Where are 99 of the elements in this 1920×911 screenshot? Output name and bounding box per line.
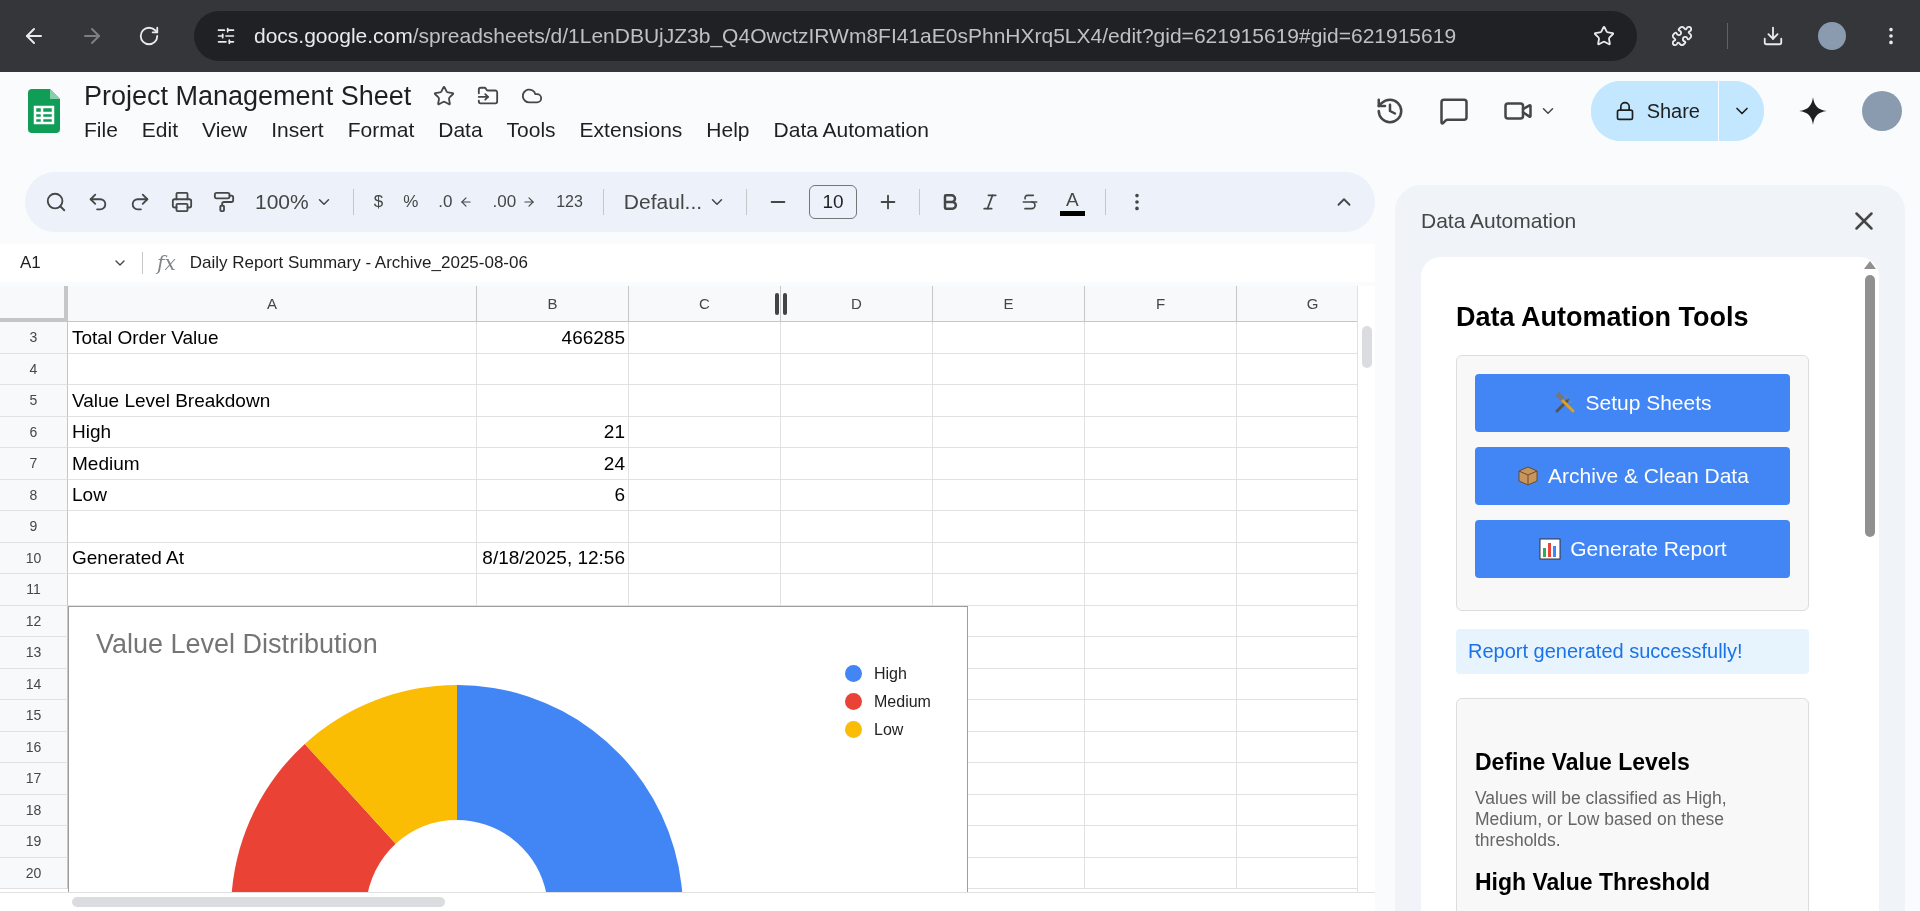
action-button[interactable]: Generate Report [1475,520,1790,578]
paint-format-icon[interactable] [213,191,235,213]
document-title[interactable]: Project Management Sheet [84,80,412,112]
search-icon[interactable] [45,191,67,213]
legend-label: Low [874,720,904,739]
site-settings-icon[interactable] [216,26,236,46]
number-format[interactable]: 123 [556,193,583,211]
table-cell: Value Level Breakdown [68,385,477,417]
sparkle-icon[interactable] [1798,96,1828,126]
cell-reference[interactable]: A1 [20,253,98,273]
row-number[interactable]: 3 [0,322,68,354]
table-cell: 466285 [477,322,629,354]
column-header[interactable]: A [68,286,477,322]
font-size-field[interactable]: 10 [809,185,858,219]
column-header[interactable]: D [781,286,933,322]
row-number[interactable]: 8 [0,479,68,511]
row-number[interactable]: 20 [0,857,68,889]
row-number[interactable]: 15 [0,700,68,732]
table-cell: Medium [68,448,477,480]
right-arrow-icon [522,195,537,209]
scrollbar-thumb[interactable] [1361,326,1372,368]
menu-item[interactable]: Data [438,117,483,142]
column-header[interactable]: E [933,286,1085,322]
panel-title: Data Automation [1421,209,1577,233]
spreadsheet-logo-icon[interactable] [28,89,60,133]
star-icon[interactable] [433,85,456,107]
currency-format[interactable]: $ [373,192,384,212]
bar-chart-icon [1538,537,1563,561]
table-cell: High [68,416,477,448]
font-select[interactable]: Defaul... [623,190,703,214]
table-cell: 21 [477,416,629,448]
section-subheading: High Value Threshold [1475,869,1712,896]
redo-icon[interactable] [129,191,151,213]
row-number[interactable]: 5 [0,385,68,417]
percent-format[interactable]: % [403,192,419,212]
row-number[interactable]: 18 [0,794,68,826]
row-number[interactable]: 16 [0,731,68,763]
legend-label: Medium [874,692,931,711]
box-icon [1516,464,1541,488]
menu-item[interactable]: Format [347,117,415,142]
column-header[interactable]: C [629,286,781,322]
table-cell: Generated At [68,542,477,574]
scrollbar-thumb[interactable] [72,897,445,907]
function-label: fx [157,251,176,275]
menu-item[interactable]: Edit [141,117,179,142]
vertical-scrollbar[interactable] [1357,286,1375,892]
section-description: Values will be classified as High, Medium, or Low based on these thresholds. [1475,788,1728,851]
undo-icon[interactable] [87,191,109,213]
download-icon[interactable] [1762,25,1784,47]
action-button[interactable]: Setup Sheets [1475,374,1790,432]
menu-item[interactable]: Insert [271,117,324,142]
scrollbar-thumb[interactable] [1865,275,1875,537]
table-cell: 8/18/2025, 12:56 [477,542,629,574]
increase-decimal[interactable]: .00 [492,192,517,212]
column-header[interactable]: B [477,286,629,322]
legend-label: High [874,664,907,683]
row-number[interactable]: 13 [0,637,68,669]
menu-item[interactable]: Extensions [579,117,683,142]
row-number[interactable]: 6 [0,416,68,448]
zoom-select[interactable]: 100% [255,190,309,214]
decrease-decimal[interactable]: .0 [438,192,453,212]
table-cell: 24 [477,448,629,480]
row-number[interactable]: 10 [0,542,68,574]
formula-content[interactable]: Daily Report Summary - Archive_2025-08-06 [189,253,528,273]
row-number[interactable]: 7 [0,448,68,480]
status-message: Report generated successfully! [1456,629,1809,674]
menu-item[interactable]: Data Automation [773,117,929,142]
menu-item[interactable]: Help [706,117,750,142]
row-number[interactable]: 4 [0,353,68,385]
scroll-up-arrow-icon[interactable] [1864,261,1876,269]
row-number[interactable]: 17 [0,763,68,795]
extensions-icon[interactable] [1671,25,1693,47]
table-cell: 6 [477,479,629,511]
freeze-handle-icon[interactable] [774,293,788,315]
menu-item[interactable]: Tools [506,117,556,142]
menu-item[interactable]: View [202,117,248,142]
chart-card[interactable]: Value Level Distribution High Medium Low [68,605,968,892]
reload-icon[interactable] [138,25,160,47]
row-number[interactable]: 11 [0,574,68,606]
menu-item[interactable]: File [84,117,118,142]
profile-avatar[interactable] [1862,91,1902,131]
profile-avatar[interactable] [1818,22,1846,50]
row-number[interactable]: 12 [0,605,68,637]
table-cell: Total Order Value [68,322,477,354]
lock-icon [1614,101,1635,121]
table-cell: Low [68,479,477,511]
column-header[interactable]: G [1237,286,1357,322]
chart-title: Value Level Distribution [96,628,378,660]
panel-heading: Data Automation Tools [1456,302,1750,333]
row-number[interactable]: 19 [0,826,68,858]
print-icon[interactable] [171,191,193,213]
action-button[interactable]: Archive & Clean Data [1475,447,1790,505]
row-number[interactable]: 9 [0,511,68,543]
comment-icon[interactable] [1438,96,1469,126]
move-folder-icon[interactable] [477,85,500,107]
column-header[interactable]: F [1085,286,1237,322]
text-color-button[interactable]: A [1060,188,1085,216]
section-heading: Define Value Levels [1475,749,1691,776]
row-number[interactable]: 14 [0,668,68,700]
